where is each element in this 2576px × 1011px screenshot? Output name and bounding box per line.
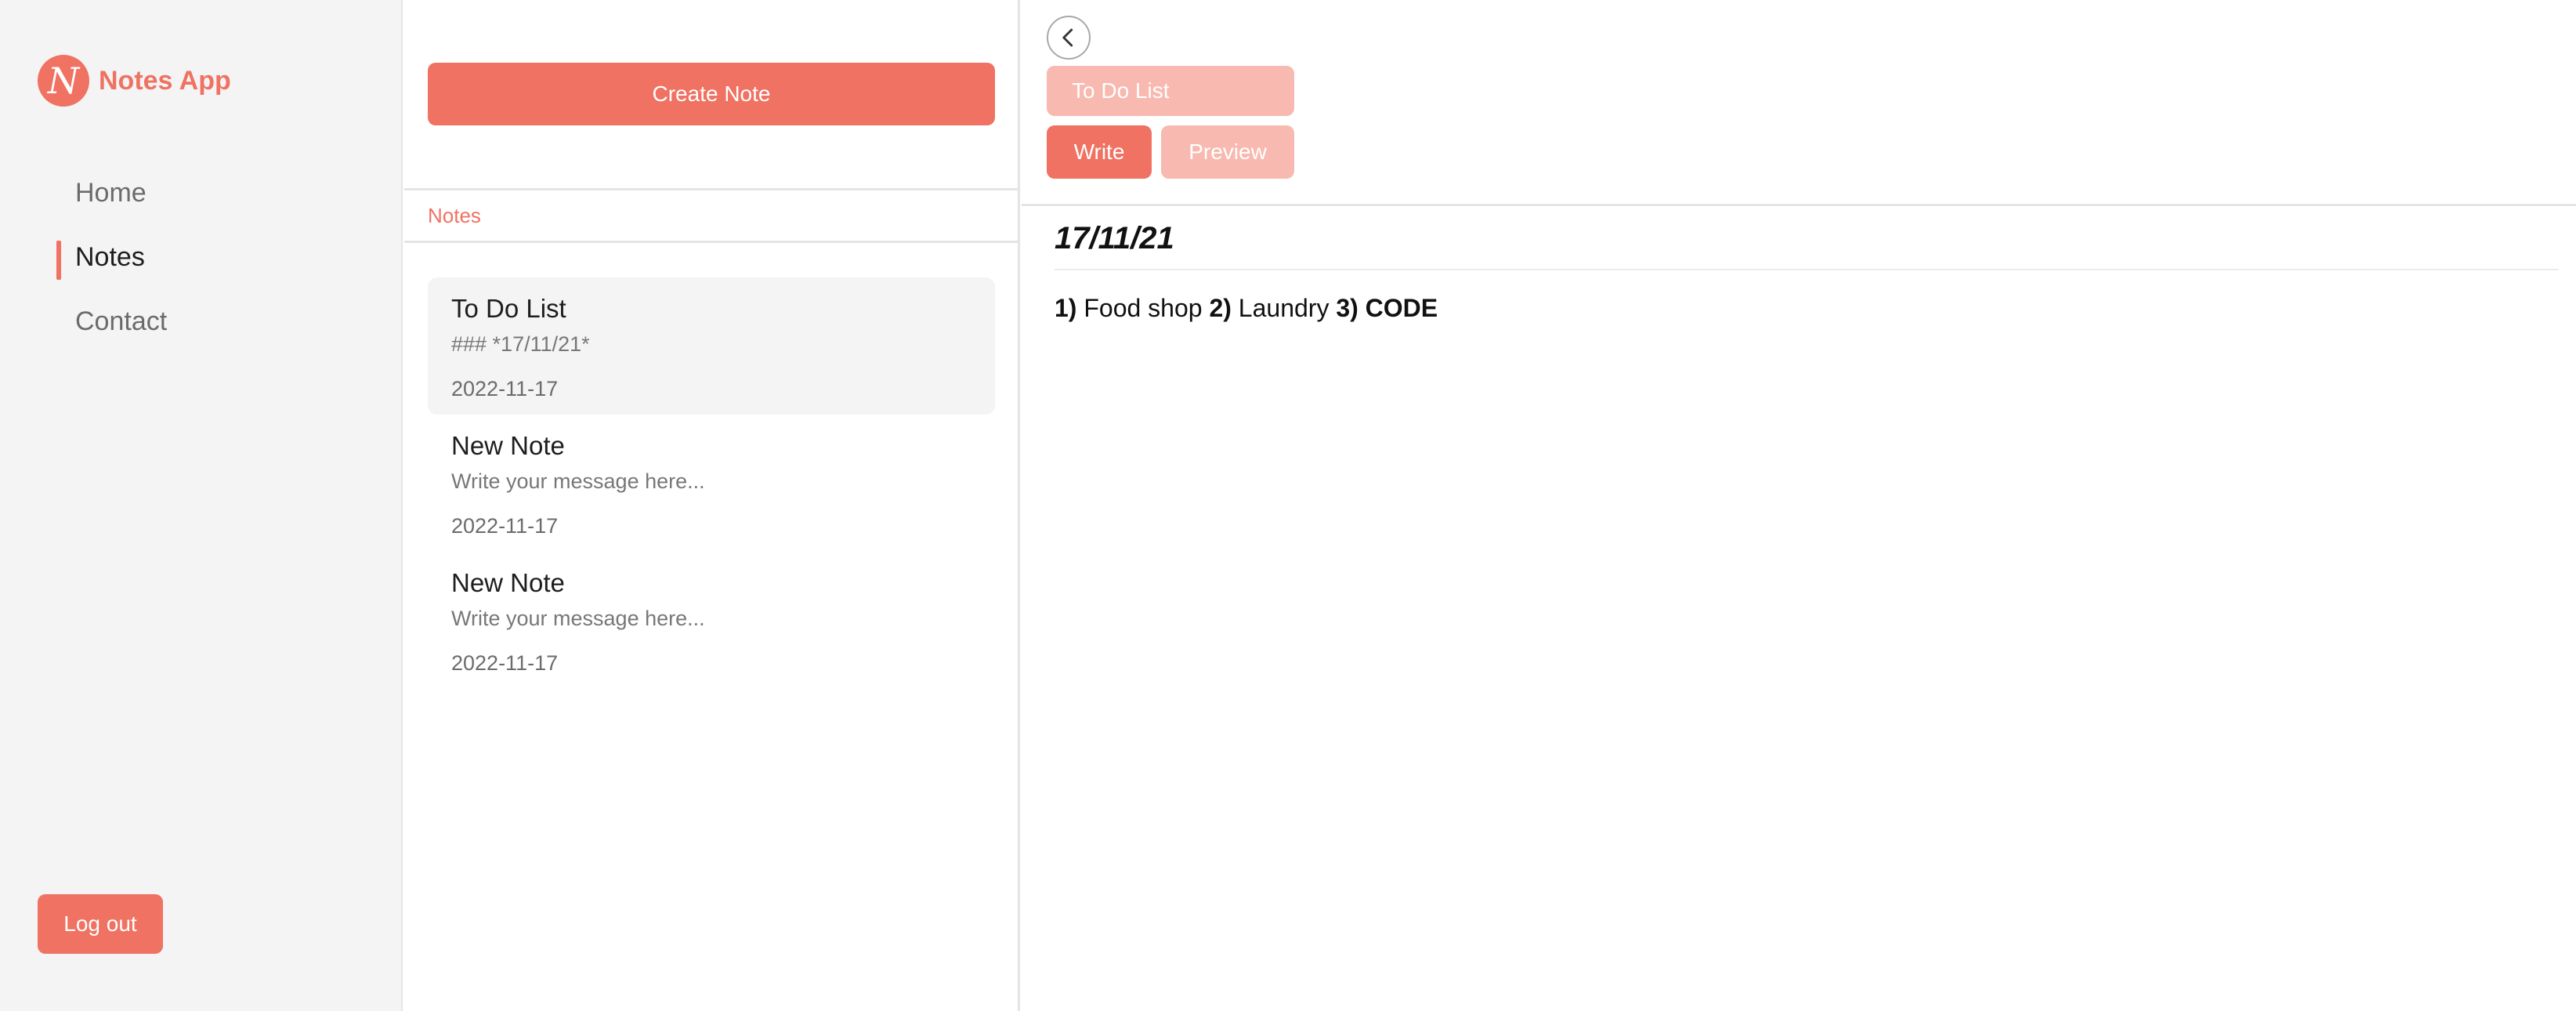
tab-write[interactable]: Write: [1047, 125, 1152, 179]
sidebar-item-notes[interactable]: Notes: [56, 225, 167, 289]
note-title-input[interactable]: [1047, 66, 1294, 116]
list-number: 1): [1055, 294, 1077, 322]
note-title: New Note: [451, 568, 565, 597]
back-button[interactable]: [1047, 16, 1091, 60]
content-body: 1) Food shop 2) Laundry 3) CODE: [1055, 294, 2559, 323]
note-list-item[interactable]: To Do List ### *17/11/21* 2022-11-17: [428, 277, 995, 415]
tab-preview[interactable]: Preview: [1161, 125, 1294, 179]
sidebar-nav: Home Notes Contact: [56, 161, 167, 353]
logout-button[interactable]: Log out: [38, 894, 163, 954]
list-number: 2): [1209, 294, 1232, 322]
list-item-text: Food shop: [1084, 294, 1203, 322]
note-title: To Do List: [451, 294, 566, 323]
divider: [1022, 204, 2576, 206]
note-preview: Write your message here...: [451, 469, 705, 494]
note-title: New Note: [451, 431, 565, 460]
note-preview: Write your message here...: [451, 607, 705, 631]
sidebar-item-contact[interactable]: Contact: [56, 289, 167, 353]
notes-section-header: Notes: [404, 188, 1020, 243]
chevron-left-icon: [1062, 28, 1073, 47]
note-preview: ### *17/11/21*: [451, 332, 590, 357]
content-heading: 17/11/21: [1055, 221, 2559, 270]
brand-name: Notes App: [99, 65, 231, 96]
note-list-item[interactable]: New Note Write your message here... 2022…: [428, 415, 995, 552]
notes-app: N Notes App Home Notes Contact Log out C…: [0, 0, 2576, 1011]
note-date: 2022-11-17: [451, 514, 559, 538]
note-list: To Do List ### *17/11/21* 2022-11-17 New…: [428, 277, 995, 689]
brand[interactable]: N Notes App: [38, 55, 231, 107]
sidebar-item-home[interactable]: Home: [56, 161, 167, 225]
note-content[interactable]: 17/11/21 1) Food shop 2) Laundry 3) CODE: [1055, 221, 2559, 323]
note-editor: Write Preview 17/11/21 1) Food shop 2) L…: [1022, 0, 2576, 1011]
note-date: 2022-11-17: [451, 651, 559, 676]
notes-logo-icon: N: [38, 55, 89, 107]
note-list-item[interactable]: New Note Write your message here... 2022…: [428, 552, 995, 689]
list-item-text: Laundry: [1238, 294, 1330, 322]
create-note-button[interactable]: Create Note: [428, 63, 995, 125]
sidebar: N Notes App Home Notes Contact Log out: [0, 0, 403, 1011]
list-number: 3): [1336, 294, 1359, 322]
notes-list-panel: Create Note Notes To Do List ### *17/11/…: [404, 0, 1020, 1011]
note-date: 2022-11-17: [451, 377, 559, 401]
list-item-text: CODE: [1365, 294, 1438, 322]
